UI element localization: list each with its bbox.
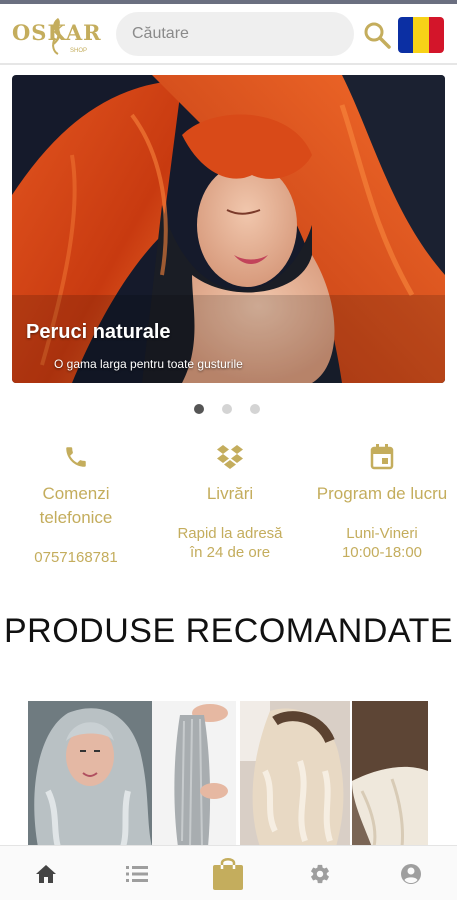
nav-settings[interactable] xyxy=(290,846,350,901)
bottom-navigation xyxy=(0,845,457,900)
product-card[interactable] xyxy=(28,701,152,847)
shopping-bag-icon xyxy=(213,857,243,890)
nav-categories[interactable] xyxy=(107,846,167,901)
dropbox-icon xyxy=(217,445,243,469)
phone-icon xyxy=(66,447,86,467)
hero-title: Peruci naturale xyxy=(26,321,171,343)
search-placeholder: Căutare xyxy=(132,25,189,42)
oskar-logo[interactable]: OSKAR SHOP xyxy=(12,16,112,56)
hero-carousel[interactable]: Peruci naturale O gama larga pentru toat… xyxy=(12,75,445,383)
search-icon[interactable] xyxy=(362,20,392,50)
header-divider xyxy=(0,63,457,65)
logo-subtitle: SHOP xyxy=(70,48,88,54)
nav-account[interactable] xyxy=(381,846,441,901)
product-image xyxy=(240,701,350,847)
product-image xyxy=(352,701,428,847)
list-icon xyxy=(126,865,148,882)
nav-home[interactable] xyxy=(16,846,76,901)
product-image xyxy=(152,701,236,847)
info-phone-orders[interactable]: Comenzi telefonice 0757168781 xyxy=(6,440,146,567)
hero-subtitle: O gama larga pentru toate gusturile xyxy=(54,357,243,371)
product-image xyxy=(28,701,152,847)
info-title: Livrări xyxy=(206,484,254,503)
info-title: Comenzi telefonice xyxy=(39,484,113,527)
carousel-dot-2[interactable] xyxy=(222,404,232,414)
app-header: OSKAR SHOP Căutare xyxy=(0,4,457,62)
carousel-dot-1[interactable] xyxy=(194,404,204,414)
account-icon xyxy=(401,863,421,884)
home-icon xyxy=(36,864,56,883)
search-input[interactable]: Căutare xyxy=(116,12,354,56)
info-deliveries[interactable]: Livrări Rapid la adresă în 24 de ore xyxy=(160,440,300,562)
romania-flag-icon[interactable] xyxy=(398,17,444,53)
section-title: PRODUSE RECOMANDATE xyxy=(3,612,454,650)
info-value: Luni-Vineri 10:00-18:00 xyxy=(341,525,423,561)
product-card[interactable] xyxy=(352,701,428,847)
carousel-dot-3[interactable] xyxy=(250,404,260,414)
product-card[interactable] xyxy=(240,701,350,847)
recommended-products xyxy=(28,701,428,847)
logo-figure-icon xyxy=(52,18,61,55)
carousel-indicator xyxy=(194,404,260,414)
gear-icon xyxy=(311,864,329,883)
info-value: 0757168781 xyxy=(34,549,118,566)
info-work-schedule[interactable]: Program de lucru Luni-Vineri 10:00-18:00 xyxy=(312,440,452,562)
product-card[interactable] xyxy=(152,701,236,847)
calendar-icon xyxy=(370,444,394,470)
info-value: Rapid la adresă în 24 de ore xyxy=(177,525,283,561)
nav-cart[interactable] xyxy=(198,846,258,901)
info-title: Program de lucru xyxy=(316,484,448,503)
